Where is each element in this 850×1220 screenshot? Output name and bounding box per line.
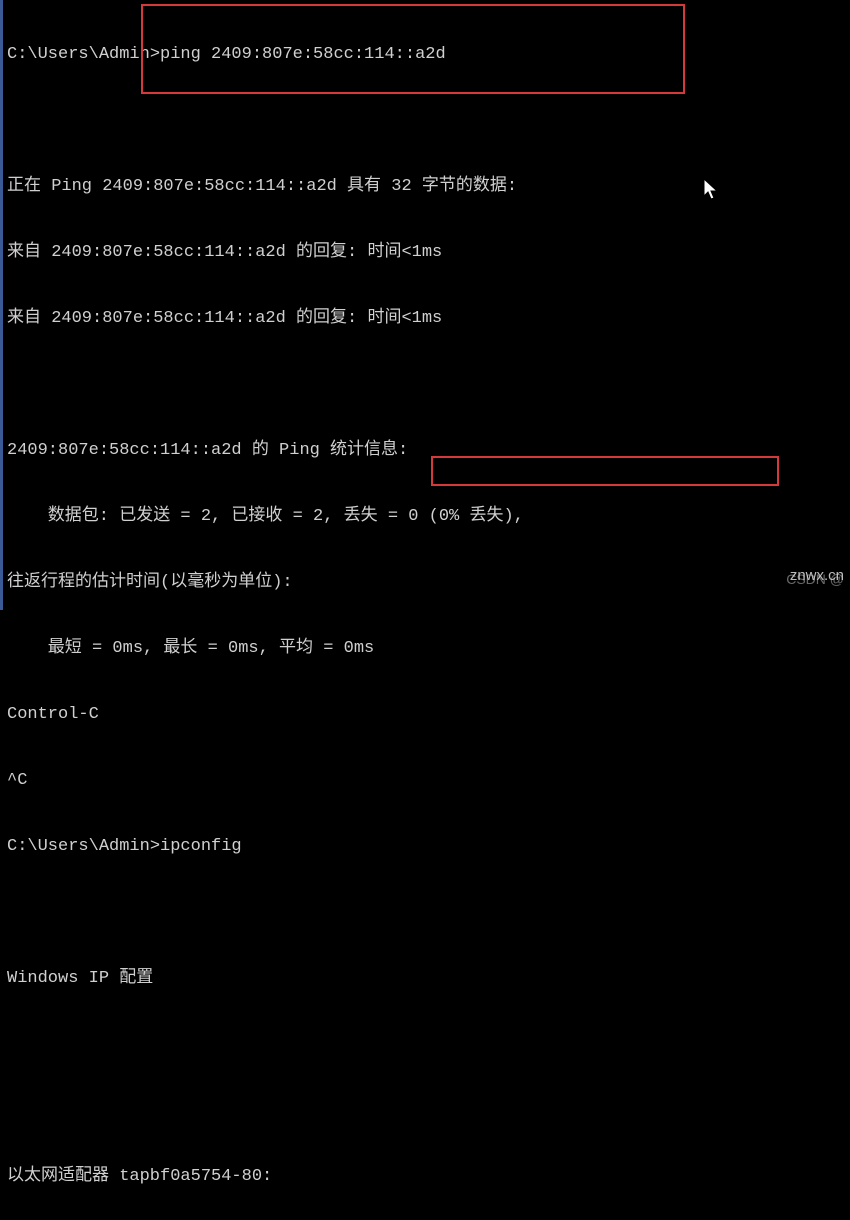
terminal-line: 2409:807e:58cc:114::a2d 的 Ping 统计信息: [7, 440, 846, 462]
terminal-line: Windows IP 配置 [7, 968, 846, 990]
terminal-line [7, 902, 846, 924]
terminal-line: 数据包: 已发送 = 2, 已接收 = 2, 丢失 = 0 (0% 丢失), [7, 506, 846, 528]
watermark-znwx: znwx.cn [790, 565, 844, 587]
terminal-line: Control-C [7, 704, 846, 726]
terminal-line: ^C [7, 770, 846, 792]
terminal-line: C:\Users\Admin>ping 2409:807e:58cc:114::… [7, 44, 846, 66]
terminal-line: C:\Users\Admin>ipconfig [7, 836, 846, 858]
terminal-line: 正在 Ping 2409:807e:58cc:114::a2d 具有 32 字节… [7, 176, 846, 198]
terminal-line: 来自 2409:807e:58cc:114::a2d 的回复: 时间<1ms [7, 242, 846, 264]
terminal-line [7, 374, 846, 396]
terminal-window[interactable]: C:\Users\Admin>ping 2409:807e:58cc:114::… [3, 0, 850, 1220]
terminal-line: 最短 = 0ms, 最长 = 0ms, 平均 = 0ms [7, 638, 846, 660]
terminal-line: 以太网适配器 tapbf0a5754-80: [7, 1166, 846, 1188]
terminal-line: 往返行程的估计时间(以毫秒为单位): [7, 572, 846, 594]
terminal-line: 来自 2409:807e:58cc:114::a2d 的回复: 时间<1ms [7, 308, 846, 330]
terminal-line [7, 110, 846, 132]
terminal-line [7, 1100, 846, 1122]
terminal-line [7, 1034, 846, 1056]
